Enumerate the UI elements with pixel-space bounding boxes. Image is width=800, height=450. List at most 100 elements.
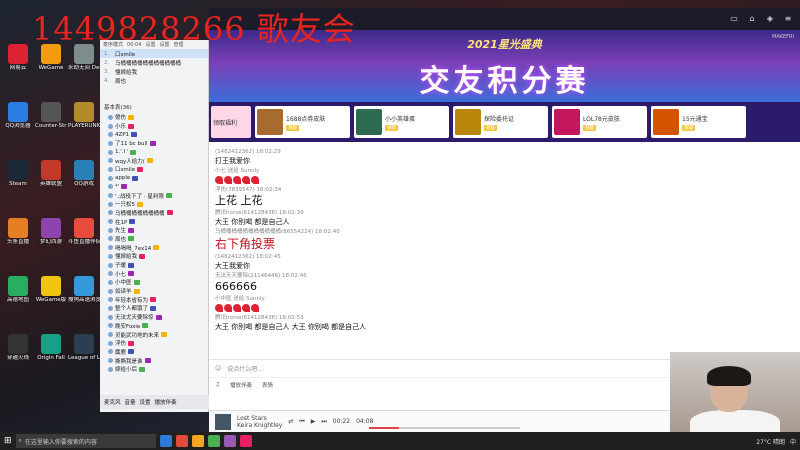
- taskbar-app-icon[interactable]: [175, 435, 188, 447]
- desktop-icon[interactable]: 高德地图: [2, 276, 34, 316]
- tv-icon[interactable]: ▭: [728, 13, 740, 25]
- desktop-icon[interactable]: QQ浏览器: [2, 102, 34, 142]
- taskbar-search[interactable]: ⌕ 在这里输入你要搜索的内容: [15, 434, 156, 448]
- user-item[interactable]: 如读羊: [100, 287, 208, 296]
- user-item[interactable]: 喝喝喝_7ex14: [100, 243, 208, 252]
- user-item[interactable]: 了11 bc bull: [100, 139, 208, 148]
- gift-card[interactable]: LOL78元皮肤 领取: [552, 106, 647, 138]
- user-item[interactable]: '.;战役下了 · 星利限: [100, 191, 208, 200]
- gift-claim-tag[interactable]: 领取: [583, 124, 596, 131]
- taskbar-app-icon[interactable]: [223, 435, 236, 447]
- user-item[interactable]: 一只松5: [100, 200, 208, 209]
- tool-emoji[interactable]: 表情: [262, 381, 273, 389]
- input-language[interactable]: 中: [790, 437, 796, 446]
- menu-icon[interactable]: ≡: [782, 13, 794, 25]
- user-item[interactable]: 马桶桶桶桶桶桶桶桶: [100, 209, 208, 218]
- user-item[interactable]: 傻伤: [100, 113, 208, 122]
- smile-icon[interactable]: ☺: [215, 365, 221, 372]
- left-toolbar-item[interactable]: 麦克风: [104, 398, 121, 406]
- song-item[interactable]: 4. 周也: [100, 76, 208, 85]
- gift-name: 1688点券皮肤: [286, 115, 326, 123]
- gift-card[interactable]: 15元通宝 领取: [651, 106, 746, 138]
- chat-input-placeholder[interactable]: 说点什么吧...: [227, 364, 263, 373]
- desktop-icon[interactable]: League of Legends: [68, 334, 100, 374]
- section-title[interactable]: 基本表(36): [100, 101, 208, 113]
- user-item[interactable]: 子暖: [100, 261, 208, 270]
- user-item[interactable]: 先生: [100, 226, 208, 235]
- user-item[interactable]: apple: [100, 174, 208, 183]
- user-item[interactable]: 整个人都饿了: [100, 304, 208, 313]
- user-item[interactable]: 浮伤: [100, 339, 208, 348]
- desktop-icon[interactable]: 英雄联盟: [35, 160, 67, 200]
- gift-welfare-button[interactable]: 领取福利: [211, 106, 251, 138]
- user-item[interactable]: 无法尤天要除惊: [100, 313, 208, 322]
- left-toolbar-item[interactable]: 播放伴奏: [155, 398, 177, 406]
- taskbar-app-icon[interactable]: [239, 435, 252, 447]
- left-toolbar-item[interactable]: 音量: [125, 398, 136, 406]
- desktop-icon[interactable]: 搜狗高速浏览器: [68, 276, 100, 316]
- user-item[interactable]: 口smile: [100, 165, 208, 174]
- badge-icon: [128, 123, 135, 129]
- user-name: 整个人都饿了: [115, 306, 149, 313]
- song-item[interactable]: 3. 懂嫁给我: [100, 67, 208, 76]
- gift-claim-tag[interactable]: 领取: [286, 124, 299, 131]
- desktop-icon[interactable]: WeGame: [35, 44, 67, 84]
- taskbar-app-icon[interactable]: [191, 435, 204, 447]
- music-icon[interactable]: ♫: [215, 382, 220, 388]
- desktop-icon[interactable]: 头条直播: [2, 218, 34, 258]
- taskbar-app-icon[interactable]: [207, 435, 220, 447]
- user-item[interactable]: wqy人给力(: [100, 156, 208, 165]
- gift-card[interactable]: 探险委托证 领取: [453, 106, 548, 138]
- search-placeholder[interactable]: 在这里输入你要搜索的内容: [25, 437, 97, 446]
- next-icon[interactable]: ⏭: [321, 418, 326, 426]
- shuffle-icon[interactable]: ⇄: [288, 418, 293, 425]
- desktop-icon[interactable]: 永劫无间 Demo: [68, 44, 100, 84]
- desktop-icon[interactable]: 梦幻西游: [35, 218, 67, 258]
- tool-accompaniment[interactable]: 播放伴奏: [230, 381, 252, 389]
- song-item[interactable]: 2. 马桶桶桶桶桶桶桶桶桶桶桶: [100, 58, 208, 67]
- gift-claim-tag[interactable]: 领取: [385, 124, 398, 131]
- desktop-icon[interactable]: 斗鱼直播伴侣: [68, 218, 100, 258]
- gamepad-icon[interactable]: ◈: [764, 13, 776, 25]
- taskbar-app-icon[interactable]: [159, 435, 172, 447]
- user-item[interactable]: 1.'.I ': [100, 148, 208, 157]
- badge-icon: [128, 271, 135, 277]
- user-item[interactable]: 年轻本省有为: [100, 295, 208, 304]
- desktop-icon-label: League of Legends: [68, 355, 100, 361]
- desktop-icon[interactable]: WeGame版: [35, 276, 67, 316]
- gift-card[interactable]: 小小英雄蛋 领取: [354, 106, 449, 138]
- user-item[interactable]: 小乐: [100, 122, 208, 131]
- desktop-icon[interactable]: 网易云: [2, 44, 34, 84]
- gift-card[interactable]: 1688点券皮肤 领取: [255, 106, 350, 138]
- user-item[interactable]: 嫁给小后: [100, 365, 208, 374]
- user-item[interactable]: 周也: [100, 235, 208, 244]
- gift-claim-tag[interactable]: 领取: [682, 124, 695, 131]
- progress-bar[interactable]: [369, 427, 520, 429]
- user-name: 喝喝喝_7ex14: [115, 245, 152, 252]
- user-item[interactable]: 在1P: [100, 217, 208, 226]
- user-item[interactable]: 灵能武功地的未来: [100, 330, 208, 339]
- desktop-icon[interactable]: Origin Fall: [35, 334, 67, 374]
- desktop-icon[interactable]: PLAYERUNKNOWN'S BATTLEGRO: [68, 102, 100, 142]
- user-item[interactable]: 晚安Foxie: [100, 322, 208, 331]
- song-item[interactable]: 1. 口smile: [100, 49, 208, 58]
- weather[interactable]: 27°C 晴朗: [756, 437, 785, 446]
- left-toolbar-item[interactable]: 设置: [140, 398, 151, 406]
- desktop-icon[interactable]: QQ游戏: [68, 160, 100, 200]
- user-item[interactable]: *': [100, 183, 208, 192]
- gift-claim-tag[interactable]: 领取: [484, 124, 497, 131]
- user-item[interactable]: 小中医: [100, 278, 208, 287]
- desktop-icon[interactable]: 穿越火线: [2, 334, 34, 374]
- user-item[interactable]: 撕撕我是谁: [100, 356, 208, 365]
- home-icon[interactable]: ⌂: [746, 13, 758, 25]
- prev-icon[interactable]: ⏮: [299, 418, 304, 426]
- desktop-icon[interactable]: Steam: [2, 160, 34, 200]
- desktop-icon[interactable]: Counter-Strike Global Off: [35, 102, 67, 142]
- user-item[interactable]: 懂嫁给我: [100, 252, 208, 261]
- user-item[interactable]: 麋鹿: [100, 348, 208, 357]
- user-item[interactable]: 4ZP1: [100, 130, 208, 139]
- song-number: 1.: [104, 50, 110, 57]
- windows-icon[interactable]: ⊞: [4, 436, 12, 446]
- user-item[interactable]: 小七: [100, 269, 208, 278]
- play-icon[interactable]: ▶: [311, 418, 316, 425]
